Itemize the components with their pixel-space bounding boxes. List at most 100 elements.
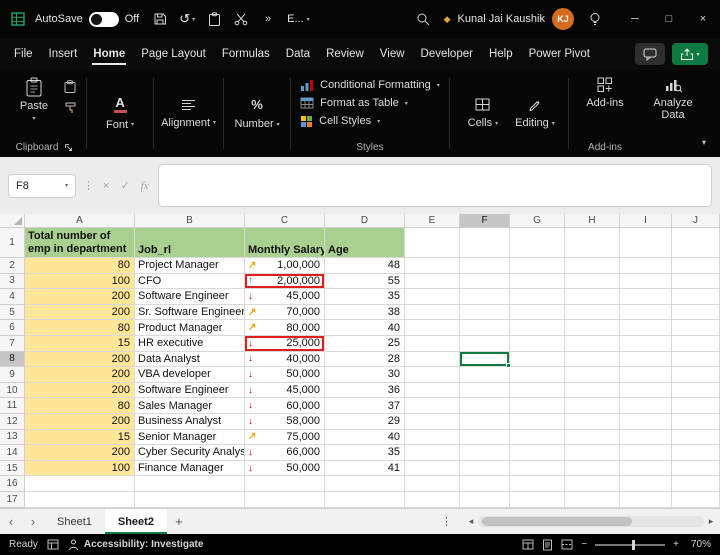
cell-D2[interactable]: 48 xyxy=(325,258,405,274)
cell-D16[interactable] xyxy=(325,476,405,492)
cell-C6[interactable]: ↗80,000 xyxy=(245,320,325,336)
name-box-chevron-icon[interactable]: ▾ xyxy=(65,182,68,189)
column-header-G[interactable]: G xyxy=(510,214,565,228)
alignment-group-button[interactable]: Alignment▾ xyxy=(161,70,216,157)
cell-D4[interactable]: 35 xyxy=(325,289,405,305)
cell-F9[interactable] xyxy=(460,367,510,383)
cell-J2[interactable] xyxy=(672,258,720,274)
new-sheet-button[interactable]: + xyxy=(167,509,191,534)
cell-A11[interactable]: 80 xyxy=(25,398,135,414)
cell-A10[interactable]: 200 xyxy=(25,383,135,399)
menu-item-view[interactable]: View xyxy=(372,42,413,66)
row-header-6[interactable]: 6 xyxy=(0,320,25,336)
cell-A12[interactable]: 200 xyxy=(25,414,135,430)
cell-A6[interactable]: 80 xyxy=(25,320,135,336)
cell-H15[interactable] xyxy=(565,461,620,477)
row-header-2[interactable]: 2 xyxy=(0,258,25,274)
number-group-button[interactable]: % Number▾ xyxy=(231,70,283,157)
cell-J3[interactable] xyxy=(672,274,720,290)
menu-item-review[interactable]: Review xyxy=(318,42,372,66)
row-header-12[interactable]: 12 xyxy=(0,414,25,430)
row-header-14[interactable]: 14 xyxy=(0,445,25,461)
zoom-slider[interactable] xyxy=(595,544,665,546)
cell-F13[interactable] xyxy=(460,430,510,446)
cell-A13[interactable]: 15 xyxy=(25,430,135,446)
format-as-table-button[interactable]: Format as Table ▾ xyxy=(300,94,440,112)
cell-D14[interactable]: 35 xyxy=(325,445,405,461)
cell-I2[interactable] xyxy=(620,258,672,274)
zoom-out-button[interactable]: − xyxy=(581,539,587,550)
cell-F1[interactable] xyxy=(460,228,510,258)
cell-H12[interactable] xyxy=(565,414,620,430)
cell-H3[interactable] xyxy=(565,274,620,290)
cell-D10[interactable]: 36 xyxy=(325,383,405,399)
share-button[interactable]: ▾ xyxy=(672,43,708,65)
cell-A7[interactable]: 15 xyxy=(25,336,135,352)
cell-E7[interactable] xyxy=(405,336,460,352)
sheet-options-icon[interactable]: ⋮ xyxy=(431,509,462,534)
cell-B9[interactable]: VBA developer xyxy=(135,367,245,383)
cell-E16[interactable] xyxy=(405,476,460,492)
cell-E14[interactable] xyxy=(405,445,460,461)
cell-C7[interactable]: ↓25,000 xyxy=(245,336,325,352)
cell-B2[interactable]: Project Manager xyxy=(135,258,245,274)
cell-G17[interactable] xyxy=(510,492,565,508)
zoom-level[interactable]: 70% xyxy=(687,539,711,550)
cell-A15[interactable]: 100 xyxy=(25,461,135,477)
cell-B8[interactable]: Data Analyst xyxy=(135,352,245,368)
cell-A3[interactable]: 100 xyxy=(25,274,135,290)
cell-E9[interactable] xyxy=(405,367,460,383)
cell-H7[interactable] xyxy=(565,336,620,352)
cell-C10[interactable]: ↓45,000 xyxy=(245,383,325,399)
avatar[interactable]: KJ xyxy=(552,8,574,30)
cell-D13[interactable]: 40 xyxy=(325,430,405,446)
enter-icon[interactable]: ✓ xyxy=(118,179,131,192)
cell-D3[interactable]: 55 xyxy=(325,274,405,290)
cell-E2[interactable] xyxy=(405,258,460,274)
cell-I4[interactable] xyxy=(620,289,672,305)
cell-G9[interactable] xyxy=(510,367,565,383)
cell-H16[interactable] xyxy=(565,476,620,492)
menu-item-home[interactable]: Home xyxy=(85,42,133,66)
font-group-button[interactable]: A Font▾ xyxy=(94,70,146,157)
cell-D11[interactable]: 37 xyxy=(325,398,405,414)
row-header-8[interactable]: 8 xyxy=(0,352,25,368)
cell-G10[interactable] xyxy=(510,383,565,399)
cell-G5[interactable] xyxy=(510,305,565,321)
row-header-9[interactable]: 9 xyxy=(0,367,25,383)
column-header-B[interactable]: B xyxy=(135,214,245,228)
cell-B1[interactable]: Job_rl xyxy=(135,228,245,258)
cell-I11[interactable] xyxy=(620,398,672,414)
cell-J13[interactable] xyxy=(672,430,720,446)
insert-function-icon[interactable]: fx xyxy=(139,180,151,192)
cell-E12[interactable] xyxy=(405,414,460,430)
prev-sheet-icon[interactable]: ‹ xyxy=(0,509,22,534)
next-sheet-icon[interactable]: › xyxy=(22,509,44,534)
cell-F2[interactable] xyxy=(460,258,510,274)
select-all-corner[interactable] xyxy=(0,214,25,228)
cell-H14[interactable] xyxy=(565,445,620,461)
row-header-16[interactable]: 16 xyxy=(0,476,25,492)
maximize-button[interactable]: □ xyxy=(652,0,686,38)
menu-item-power-pivot[interactable]: Power Pivot xyxy=(521,42,598,66)
cell-D7[interactable]: 25 xyxy=(325,336,405,352)
account-chip[interactable]: ◆ Kunal Jai Kaushik KJ xyxy=(444,8,574,30)
cell-C11[interactable]: ↓60,000 xyxy=(245,398,325,414)
cell-I12[interactable] xyxy=(620,414,672,430)
cell-I1[interactable] xyxy=(620,228,672,258)
column-header-I[interactable]: I xyxy=(620,214,672,228)
cell-F15[interactable] xyxy=(460,461,510,477)
cell-C17[interactable] xyxy=(245,492,325,508)
save-icon[interactable] xyxy=(152,11,168,27)
cell-J7[interactable] xyxy=(672,336,720,352)
cell-A9[interactable]: 200 xyxy=(25,367,135,383)
editing-group-button[interactable]: Editing▾ xyxy=(509,70,561,157)
comments-button[interactable] xyxy=(635,43,665,65)
cell-H10[interactable] xyxy=(565,383,620,399)
cell-J4[interactable] xyxy=(672,289,720,305)
column-header-F[interactable]: F xyxy=(460,214,510,228)
cell-E3[interactable] xyxy=(405,274,460,290)
cell-B15[interactable]: Finance Manager xyxy=(135,461,245,477)
paste-button[interactable]: Paste ▾ xyxy=(12,77,56,122)
cell-J14[interactable] xyxy=(672,445,720,461)
